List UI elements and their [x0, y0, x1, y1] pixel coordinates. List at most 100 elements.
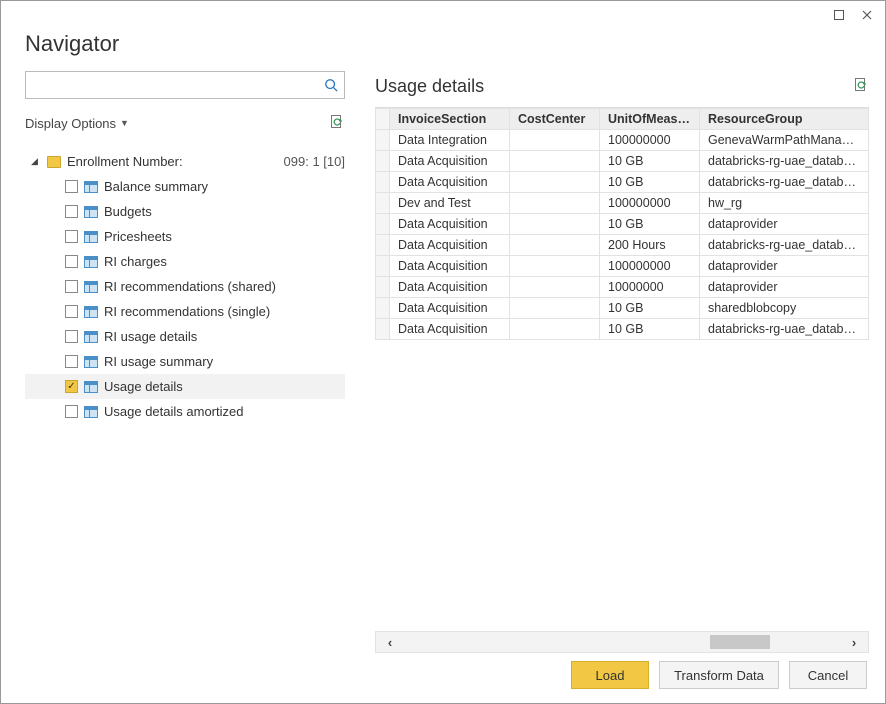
- column-header[interactable]: ResourceGroup: [700, 109, 869, 130]
- refresh-icon[interactable]: [329, 114, 345, 133]
- horizontal-scrollbar[interactable]: ‹ ›: [375, 631, 869, 653]
- tree-item-checkbox[interactable]: [65, 305, 78, 318]
- tree-item-checkbox[interactable]: [65, 180, 78, 193]
- search-input[interactable]: [26, 72, 318, 98]
- cell: databricks-rg-uae_databricks-: [700, 235, 869, 256]
- row-header: [376, 214, 390, 235]
- cell: Dev and Test: [390, 193, 510, 214]
- scroll-right-icon[interactable]: ›: [840, 635, 868, 650]
- close-icon[interactable]: [853, 4, 881, 26]
- navigator-tree: ◢ Enrollment Number: 099: 1 [10] Balance…: [25, 149, 345, 653]
- tree-item-label: Pricesheets: [104, 229, 345, 244]
- chevron-down-icon: ▼: [120, 118, 129, 128]
- row-header: [376, 277, 390, 298]
- tree-item[interactable]: RI recommendations (shared): [25, 274, 345, 299]
- tree-item[interactable]: RI usage details: [25, 324, 345, 349]
- table-icon: [84, 206, 98, 218]
- cell: Data Acquisition: [390, 256, 510, 277]
- tree-item[interactable]: ✓ Usage details: [25, 374, 345, 399]
- table-icon: [84, 381, 98, 393]
- search-icon[interactable]: [318, 78, 344, 92]
- tree-item-checkbox[interactable]: [65, 330, 78, 343]
- table-row[interactable]: Data Acquisition100000000dataprovider: [376, 256, 869, 277]
- tree-item[interactable]: RI recommendations (single): [25, 299, 345, 324]
- cell: Data Acquisition: [390, 235, 510, 256]
- preview-table: InvoiceSectionCostCenterUnitOfMeasureRes…: [375, 108, 869, 340]
- table-row[interactable]: Data Acquisition 200 Hoursdatabricks-rg-u…: [376, 235, 869, 256]
- table-icon: [84, 306, 98, 318]
- display-options-dropdown[interactable]: Display Options ▼: [25, 116, 129, 131]
- tree-item-checkbox[interactable]: [65, 205, 78, 218]
- cell: 10 GB: [600, 319, 700, 340]
- transform-data-button[interactable]: Transform Data: [659, 661, 779, 689]
- table-row[interactable]: Data Acquisition10 GBsharedblobcopy: [376, 298, 869, 319]
- tree-item[interactable]: RI charges: [25, 249, 345, 274]
- column-header[interactable]: CostCenter: [510, 109, 600, 130]
- tree-item-label: RI recommendations (shared): [104, 279, 345, 294]
- column-header[interactable]: UnitOfMeasure: [600, 109, 700, 130]
- row-header: [376, 151, 390, 172]
- table-row[interactable]: Data Acquisition10 GBdatabricks-rg-uae_d…: [376, 151, 869, 172]
- folder-icon: [47, 156, 61, 168]
- table-icon: [84, 281, 98, 293]
- table-row[interactable]: Dev and Test100000000hw_rg: [376, 193, 869, 214]
- tree-item-checkbox[interactable]: [65, 230, 78, 243]
- tree-item[interactable]: Usage details amortized: [25, 399, 345, 424]
- tree-item-checkbox[interactable]: [65, 355, 78, 368]
- table-icon: [84, 406, 98, 418]
- cell: Data Acquisition: [390, 172, 510, 193]
- cell: [510, 151, 600, 172]
- cell: [510, 235, 600, 256]
- load-button[interactable]: Load: [571, 661, 649, 689]
- tree-item-checkbox[interactable]: [65, 255, 78, 268]
- collapse-icon[interactable]: ◢: [31, 156, 41, 167]
- maximize-icon[interactable]: [825, 4, 853, 26]
- tree-item-label: RI charges: [104, 254, 345, 269]
- refresh-preview-icon[interactable]: [853, 77, 869, 96]
- tree-item-checkbox[interactable]: [65, 280, 78, 293]
- table-row[interactable]: Data Acquisition10 GBdatabricks-rg-uae_d…: [376, 319, 869, 340]
- tree-item-label: RI usage summary: [104, 354, 345, 369]
- cell: 10 GB: [600, 172, 700, 193]
- preview-pane: Usage details InvoiceSectionCostCenterUn…: [345, 71, 869, 653]
- tree-item[interactable]: Budgets: [25, 199, 345, 224]
- cell: 200 Hours: [600, 235, 700, 256]
- cancel-button[interactable]: Cancel: [789, 661, 867, 689]
- tree-item-checkbox[interactable]: [65, 405, 78, 418]
- preview-title: Usage details: [375, 76, 484, 97]
- row-header: [376, 130, 390, 151]
- tree-item-checkbox[interactable]: ✓: [65, 380, 78, 393]
- tree-item-label: RI usage details: [104, 329, 345, 344]
- tree-item-label: Budgets: [104, 204, 345, 219]
- tree-item-label: Usage details: [104, 379, 345, 394]
- cell: 10 GB: [600, 298, 700, 319]
- table-icon: [84, 356, 98, 368]
- table-icon: [84, 231, 98, 243]
- tree-item[interactable]: Balance summary: [25, 174, 345, 199]
- tree-item[interactable]: RI usage summary: [25, 349, 345, 374]
- cell: databricks-rg-uae_databricks-: [700, 319, 869, 340]
- table-row[interactable]: Data Acquisition10000000dataprovider: [376, 277, 869, 298]
- column-header[interactable]: InvoiceSection: [390, 109, 510, 130]
- display-options-label: Display Options: [25, 116, 116, 131]
- table-icon: [84, 331, 98, 343]
- cell: Data Acquisition: [390, 151, 510, 172]
- row-header-corner: [376, 109, 390, 130]
- table-row[interactable]: Data Acquisition 10 GBdatabricks-rg-uae_d…: [376, 172, 869, 193]
- cell: [510, 193, 600, 214]
- cell: databricks-rg-uae_databricks-: [700, 172, 869, 193]
- scroll-left-icon[interactable]: ‹: [376, 635, 404, 650]
- cell: [510, 319, 600, 340]
- table-row[interactable]: Data Acquisition10 GBdataprovider: [376, 214, 869, 235]
- scroll-track[interactable]: [404, 632, 840, 652]
- search-input-wrap[interactable]: [25, 71, 345, 99]
- cell: [510, 277, 600, 298]
- dialog-footer: Load Transform Data Cancel: [571, 661, 867, 689]
- tree-root-extra: 099: 1 [10]: [284, 154, 345, 169]
- table-row[interactable]: Data Integration100000000GenevaWarmPathM…: [376, 130, 869, 151]
- row-header: [376, 256, 390, 277]
- scroll-thumb[interactable]: [710, 635, 770, 649]
- row-header: [376, 172, 390, 193]
- tree-root[interactable]: ◢ Enrollment Number: 099: 1 [10]: [25, 149, 345, 174]
- tree-item[interactable]: Pricesheets: [25, 224, 345, 249]
